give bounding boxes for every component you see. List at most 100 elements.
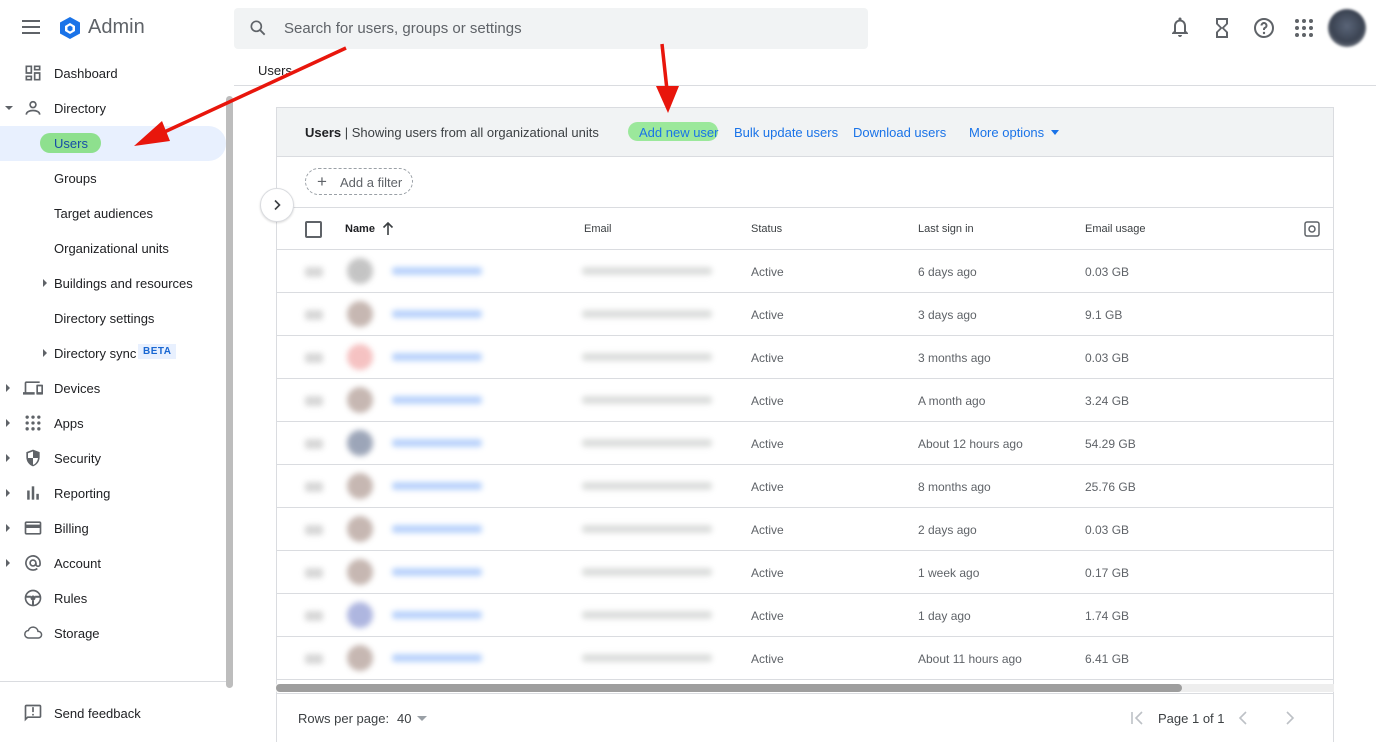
sidebar-item-target-audiences[interactable]: Target audiences — [0, 196, 226, 231]
chevron-right-icon[interactable] — [6, 559, 10, 567]
status-cell: Active — [751, 437, 784, 451]
redacted-user-info — [297, 387, 737, 414]
divider — [277, 693, 1333, 694]
select-all-checkbox[interactable] — [305, 221, 322, 238]
table-row[interactable]: Active 8 months ago 25.76 GB — [277, 465, 1333, 508]
sidebar-item-security[interactable]: Security — [0, 441, 226, 476]
sidebar-item-directory[interactable]: Directory — [0, 91, 226, 126]
chevron-right-icon[interactable] — [43, 279, 47, 287]
column-header-email-usage[interactable]: Email usage — [1085, 223, 1146, 235]
column-header-last-sign-in[interactable]: Last sign in — [918, 223, 974, 235]
sidebar-item-organizational-units[interactable]: Organizational units — [0, 231, 226, 266]
search-input[interactable] — [284, 8, 854, 49]
chevron-right-icon[interactable] — [6, 384, 10, 392]
chevron-down-icon[interactable] — [1051, 130, 1059, 135]
download-users-button[interactable]: Download users — [853, 125, 946, 140]
sidebar-item-account[interactable]: Account — [0, 546, 226, 581]
sort-arrow-up-icon[interactable] — [382, 222, 394, 236]
chevron-right-icon[interactable] — [6, 419, 10, 427]
chevron-right-icon[interactable] — [43, 349, 47, 357]
status-cell: Active — [751, 652, 784, 666]
expand-panel-button[interactable] — [260, 188, 294, 222]
redacted-user-info — [297, 559, 737, 586]
search-bar[interactable] — [234, 8, 868, 49]
bell-icon[interactable] — [1168, 16, 1192, 40]
sidebar-item-label: Security — [54, 451, 101, 466]
chevron-down-icon[interactable] — [5, 106, 13, 110]
chevron-right-icon[interactable] — [6, 489, 10, 497]
redacted-user-info — [297, 301, 737, 328]
chevron-right-icon[interactable] — [6, 524, 10, 532]
help-icon[interactable] — [1252, 16, 1276, 40]
sidebar-item-label: Users — [54, 136, 88, 151]
apps-grid-icon[interactable] — [1292, 16, 1316, 40]
table-row[interactable]: Active About 12 hours ago 54.29 GB — [277, 422, 1333, 465]
table-row[interactable]: Active About 11 hours ago 6.41 GB — [277, 637, 1333, 680]
app-title[interactable]: Admin — [88, 16, 145, 39]
status-cell: Active — [751, 265, 784, 279]
status-cell: Active — [751, 609, 784, 623]
table-header: Name Email Status Last sign in Email usa… — [277, 207, 1333, 250]
sidebar-item-label: Billing — [54, 521, 89, 536]
hourglass-icon[interactable] — [1210, 16, 1234, 40]
card-header: Users | Showing users from all organizat… — [277, 108, 1333, 157]
status-cell: Active — [751, 523, 784, 537]
sidebar-item-storage[interactable]: Storage — [0, 616, 226, 651]
send-feedback-label: Send feedback — [54, 706, 141, 721]
bulk-update-users-button[interactable]: Bulk update users — [734, 125, 838, 140]
first-page-icon[interactable] — [1128, 709, 1146, 727]
admin-logo-icon[interactable] — [58, 16, 82, 40]
avatar[interactable] — [1328, 9, 1366, 47]
sidebar-item-dashboard[interactable]: Dashboard — [0, 56, 226, 91]
email-usage-cell: 0.03 GB — [1085, 523, 1130, 537]
table-row[interactable]: Active 3 days ago 9.1 GB — [277, 293, 1333, 336]
sidebar-item-label: Reporting — [54, 486, 111, 501]
horizontal-scrollbar[interactable] — [276, 684, 1182, 692]
table-row[interactable]: Active 6 days ago 0.03 GB — [277, 250, 1333, 293]
send-feedback-button[interactable]: Send feedback — [0, 696, 226, 730]
table-row[interactable]: Active 2 days ago 0.03 GB — [277, 508, 1333, 551]
sidebar-item-reporting[interactable]: Reporting — [0, 476, 226, 511]
sidebar-item-users[interactable]: Users — [0, 126, 226, 161]
sidebar-item-buildings-and-resources[interactable]: Buildings and resources — [0, 266, 226, 301]
sidebar-item-directory-settings[interactable]: Directory settings — [0, 301, 226, 336]
sidebar-item-directory-sync[interactable]: Directory sync BETA — [0, 336, 226, 371]
next-page-icon[interactable] — [1280, 709, 1298, 727]
email-usage-cell: 3.24 GB — [1085, 394, 1130, 408]
sidebar-item-rules[interactable]: Rules — [0, 581, 226, 616]
menu-icon[interactable] — [18, 16, 44, 42]
sidebar-item-groups[interactable]: Groups — [0, 161, 226, 196]
sidebar-item-devices[interactable]: Devices — [0, 371, 226, 406]
gear-icon[interactable] — [1304, 221, 1320, 237]
chevron-right-icon — [274, 199, 281, 211]
more-options-button[interactable]: More options — [969, 125, 1044, 140]
sidebar-item-label: Directory — [54, 101, 107, 116]
sidebar-item-billing[interactable]: Billing — [0, 511, 226, 546]
column-header-status[interactable]: Status — [751, 223, 782, 235]
chevron-down-icon[interactable] — [417, 716, 427, 721]
feedback-icon — [24, 704, 42, 722]
search-icon[interactable] — [248, 18, 268, 38]
redacted-user-info — [297, 258, 737, 285]
plus-icon: + — [317, 172, 327, 191]
add-new-user-button[interactable]: Add new user — [639, 125, 719, 140]
table-row[interactable]: Active 3 months ago 0.03 GB — [277, 336, 1333, 379]
sidebar-item-label: Directory sync — [54, 346, 137, 361]
last-sign-in-cell: A month ago — [918, 394, 986, 408]
bar-chart-icon — [27, 486, 39, 500]
previous-page-icon[interactable] — [1235, 709, 1253, 727]
table-row[interactable]: Active A month ago 3.24 GB — [277, 379, 1333, 422]
column-header-name[interactable]: Name — [345, 223, 375, 235]
add-filter-button[interactable]: + Add a filter — [305, 168, 413, 195]
dashboard-icon — [25, 65, 41, 81]
sidebar-item-label: Devices — [54, 381, 101, 396]
column-header-email[interactable]: Email — [584, 223, 612, 235]
rows-per-page-select[interactable]: 40 — [397, 711, 411, 726]
sidebar-scrollbar[interactable] — [226, 96, 233, 688]
cloud-icon — [24, 626, 43, 639]
apps-icon — [25, 415, 41, 431]
chevron-right-icon[interactable] — [6, 454, 10, 462]
table-row[interactable]: Active 1 week ago 0.17 GB — [277, 551, 1333, 594]
table-row[interactable]: Active 1 day ago 1.74 GB — [277, 594, 1333, 637]
sidebar-item-apps[interactable]: Apps — [0, 406, 226, 441]
